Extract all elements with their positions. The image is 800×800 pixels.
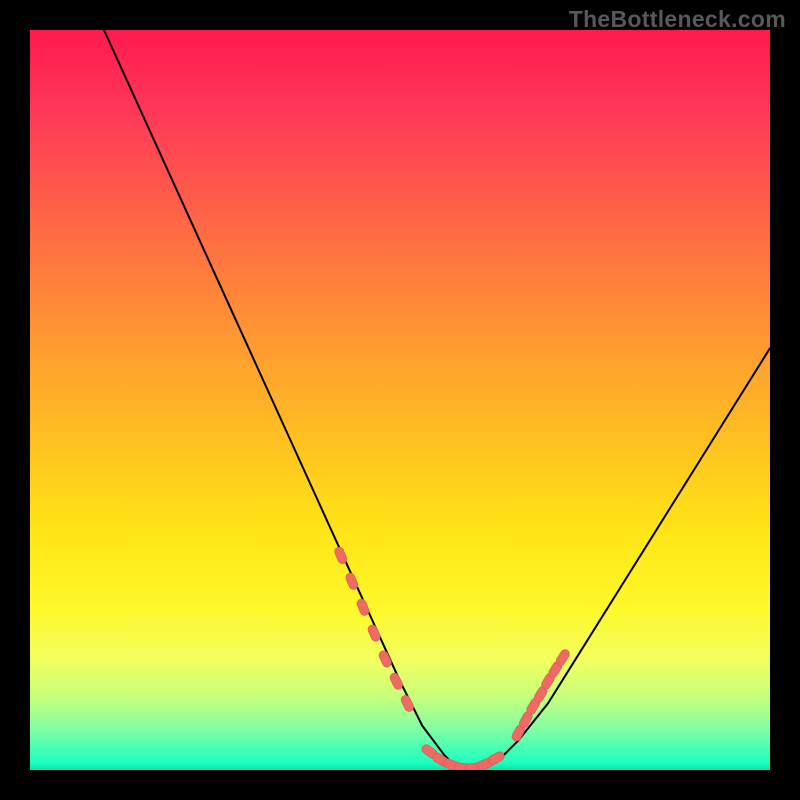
highlight-dot bbox=[388, 672, 404, 691]
plot-area bbox=[30, 30, 770, 770]
highlight-dot bbox=[356, 598, 371, 617]
highlight-dot bbox=[344, 572, 359, 591]
curve-layer bbox=[30, 30, 770, 770]
attribution-text: TheBottleneck.com bbox=[569, 6, 786, 33]
highlight-dot bbox=[333, 546, 348, 565]
highlight-markers bbox=[333, 546, 571, 770]
highlight-dot bbox=[400, 694, 416, 713]
chart-frame: TheBottleneck.com bbox=[0, 0, 800, 800]
bottleneck-curve bbox=[104, 30, 770, 770]
highlight-dot bbox=[367, 624, 382, 643]
